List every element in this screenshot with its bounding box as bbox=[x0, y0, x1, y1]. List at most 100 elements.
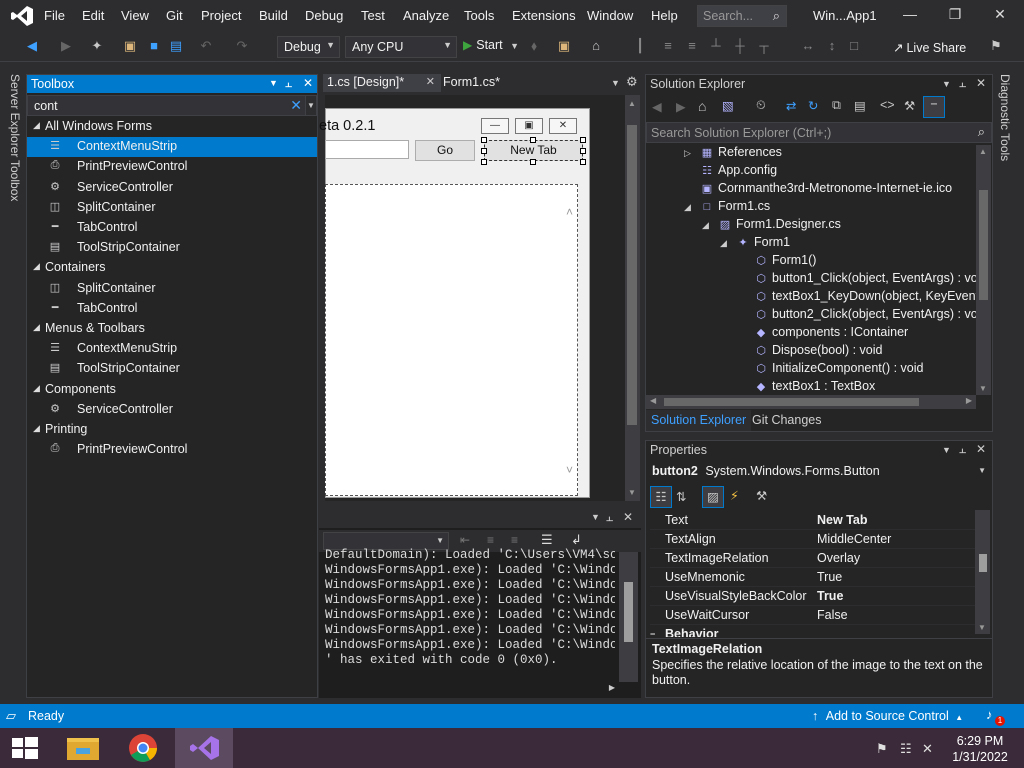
toolbox-group-header[interactable]: ◢ Components bbox=[27, 380, 317, 400]
preview-selected-icon[interactable]: − bbox=[923, 96, 945, 118]
redo-icon[interactable]: ↷ bbox=[234, 38, 250, 54]
switch-views-icon[interactable]: ▧ bbox=[722, 98, 734, 113]
events-lightning-icon[interactable]: ⚡ bbox=[730, 488, 739, 503]
categorized-icon[interactable]: ☷ bbox=[650, 486, 672, 508]
scrollbar-thumb[interactable] bbox=[979, 190, 988, 300]
menu-help[interactable]: Help bbox=[651, 8, 678, 23]
output-horizontal-scrollbar[interactable]: ▶ bbox=[319, 682, 619, 697]
property-row[interactable]: TextAlign MiddleCenter bbox=[650, 530, 975, 549]
align-rights-icon[interactable]: ≡ bbox=[684, 38, 700, 54]
toolbox-side-tab[interactable]: Toolbox bbox=[8, 160, 22, 201]
taskbar-file-explorer[interactable] bbox=[54, 728, 112, 768]
solution-tree-node[interactable]: ◢ □ Form1.cs bbox=[684, 199, 770, 217]
property-value[interactable]: True bbox=[817, 570, 842, 584]
solution-tree-node[interactable]: ⬡ button2_Click(object, EventArgs) : void bbox=[754, 307, 976, 325]
solution-tree-node[interactable]: ⬡ textBox1_KeyDown(object, KeyEventArgs bbox=[754, 289, 976, 307]
menu-build[interactable]: Build bbox=[259, 8, 288, 23]
window-position-icon[interactable]: ▼ bbox=[269, 78, 278, 88]
undo-icon[interactable]: ↶ bbox=[198, 38, 214, 54]
maximize-button[interactable]: ❐ bbox=[945, 6, 965, 26]
solution-tree-node[interactable]: ⬡ Dispose(bool) : void bbox=[754, 343, 882, 361]
make-same-size-icon[interactable]: □ bbox=[846, 38, 862, 54]
align-centers-icon[interactable]: ≡ bbox=[660, 38, 676, 54]
taskbar-clock[interactable]: 6:29 PM 1/31/2022 bbox=[950, 733, 1010, 765]
add-to-source-control-button[interactable]: ↑ Add to Source Control ▲ bbox=[812, 709, 963, 723]
go-to-next-icon[interactable]: ≡ bbox=[511, 533, 518, 547]
tab-solution-explorer[interactable]: Solution Explorer bbox=[646, 410, 752, 431]
toolbox-item[interactable]: ▤ ToolStripContainer bbox=[27, 359, 317, 379]
menu-analyze[interactable]: Analyze bbox=[403, 8, 449, 23]
solution-tree-node[interactable]: ◢ ▨ Form1.Designer.cs bbox=[702, 217, 841, 235]
pending-changes-filter-icon[interactable]: ⏲ bbox=[756, 98, 766, 113]
toolbox-group-header[interactable]: ◢ Printing bbox=[27, 420, 317, 440]
toolbox-item[interactable]: ◫ SplitContainer bbox=[27, 279, 317, 299]
toolbox-item[interactable]: ━ TabControl bbox=[27, 299, 317, 319]
output-vertical-scrollbar[interactable] bbox=[619, 552, 638, 682]
save-all-icon[interactable]: ▤ bbox=[168, 38, 184, 54]
scroll-left-icon[interactable]: ◀ bbox=[650, 396, 656, 405]
form-content-panel[interactable]: ˄ ˅ bbox=[325, 184, 578, 496]
scrollbar-thumb[interactable] bbox=[624, 582, 633, 642]
show-all-files-icon[interactable]: ▤ bbox=[854, 98, 866, 113]
properties-object-select[interactable]: button2 System.Windows.Forms.Button ▼ bbox=[646, 462, 992, 482]
form-go-button[interactable]: Go bbox=[415, 140, 475, 161]
scroll-down-icon[interactable]: ▼ bbox=[628, 488, 636, 497]
view-code-icon[interactable]: <> bbox=[880, 98, 895, 112]
form-new-tab-button[interactable]: New Tab bbox=[484, 140, 583, 161]
menu-debug[interactable]: Debug bbox=[305, 8, 343, 23]
menu-git[interactable]: Git bbox=[166, 8, 183, 23]
sync-icon[interactable]: ⇄ bbox=[786, 98, 796, 113]
expanded-triangle-icon[interactable]: ◢ bbox=[684, 202, 691, 213]
collapse-triangle-icon[interactable]: ◢ bbox=[33, 383, 40, 394]
resize-handle[interactable] bbox=[580, 137, 586, 143]
menu-edit[interactable]: Edit bbox=[82, 8, 104, 23]
property-value[interactable]: False bbox=[817, 608, 848, 622]
solution-tree-node[interactable]: ◆ components : IContainer bbox=[754, 325, 908, 343]
diagnostic-tools-tab[interactable]: Diagnostic Tools bbox=[998, 74, 1012, 161]
forward-icon[interactable]: ▶ bbox=[58, 38, 74, 54]
resize-handle[interactable] bbox=[481, 159, 487, 165]
find-previous-icon[interactable]: ⇤ bbox=[460, 533, 470, 547]
toolbox-item[interactable]: ▤ ToolStripContainer bbox=[27, 238, 317, 258]
pin-icon[interactable]: ⫠ bbox=[959, 442, 966, 457]
forward-icon[interactable]: ▶ bbox=[676, 99, 686, 114]
tab-form1-code[interactable]: Form1.cs* bbox=[439, 74, 524, 92]
property-row[interactable]: UseVisualStyleBackColor True bbox=[650, 587, 975, 606]
window-position-icon[interactable]: ▼ bbox=[942, 79, 951, 89]
minimize-button[interactable]: — bbox=[900, 6, 920, 26]
start-menu-button[interactable] bbox=[0, 728, 58, 768]
close-icon[interactable]: ✕ bbox=[623, 510, 633, 524]
taskbar-visual-studio[interactable] bbox=[175, 728, 233, 768]
resize-handle[interactable] bbox=[530, 137, 536, 143]
properties-view-icon[interactable]: ▨ bbox=[702, 486, 724, 508]
find-in-output-icon[interactable]: ≡ bbox=[487, 533, 494, 547]
menu-tools[interactable]: Tools bbox=[464, 8, 494, 23]
make-same-height-icon[interactable]: ↕ bbox=[824, 38, 840, 54]
home-icon[interactable]: ⌂ bbox=[698, 98, 706, 114]
close-icon[interactable]: ✕ bbox=[426, 75, 435, 88]
window-position-icon[interactable]: ▼ bbox=[942, 445, 951, 455]
solution-tree-node[interactable]: ▣ Cornmanthe3rd-Metronome-Internet-ie.ico bbox=[700, 181, 952, 199]
back-icon[interactable]: ◀ bbox=[24, 38, 40, 54]
category-header-behavior[interactable]: − Behavior bbox=[650, 627, 975, 637]
resize-handle[interactable] bbox=[580, 159, 586, 165]
browser-link-icon[interactable]: ⌂ bbox=[588, 38, 604, 54]
pin-icon[interactable]: ⫠ bbox=[606, 510, 613, 525]
toolbox-item[interactable]: ⎙ PrintPreviewControl bbox=[27, 157, 317, 177]
scroll-right-icon[interactable]: ▶ bbox=[966, 396, 972, 405]
folder-search-icon[interactable]: ▣ bbox=[556, 38, 572, 54]
resize-handle[interactable] bbox=[580, 148, 586, 154]
solution-explorer-search-input[interactable]: Search Solution Explorer (Ctrl+;) ⌕ bbox=[646, 122, 992, 143]
scroll-up-icon[interactable]: ▲ bbox=[979, 147, 987, 156]
expanded-triangle-icon[interactable]: ◢ bbox=[720, 238, 727, 249]
solution-tree-node[interactable]: ⬡ InitializeComponent() : void bbox=[754, 361, 923, 379]
network-warning-icon[interactable]: ⚑ bbox=[876, 741, 888, 757]
property-value[interactable]: MiddleCenter bbox=[817, 532, 891, 546]
word-wrap-icon[interactable]: ↲ bbox=[571, 532, 582, 548]
designer-vertical-scrollbar[interactable]: ▲ ▼ bbox=[625, 95, 640, 501]
pin-icon[interactable]: ⫠ bbox=[285, 76, 292, 91]
tab-list-dropdown-icon[interactable]: ▼ bbox=[611, 78, 620, 88]
expanded-triangle-icon[interactable]: ◢ bbox=[702, 220, 709, 231]
solution-tree-node[interactable]: ◢ ✦ Form1 bbox=[720, 235, 790, 253]
live-share-button[interactable]: ↗ Live Share bbox=[893, 40, 966, 55]
